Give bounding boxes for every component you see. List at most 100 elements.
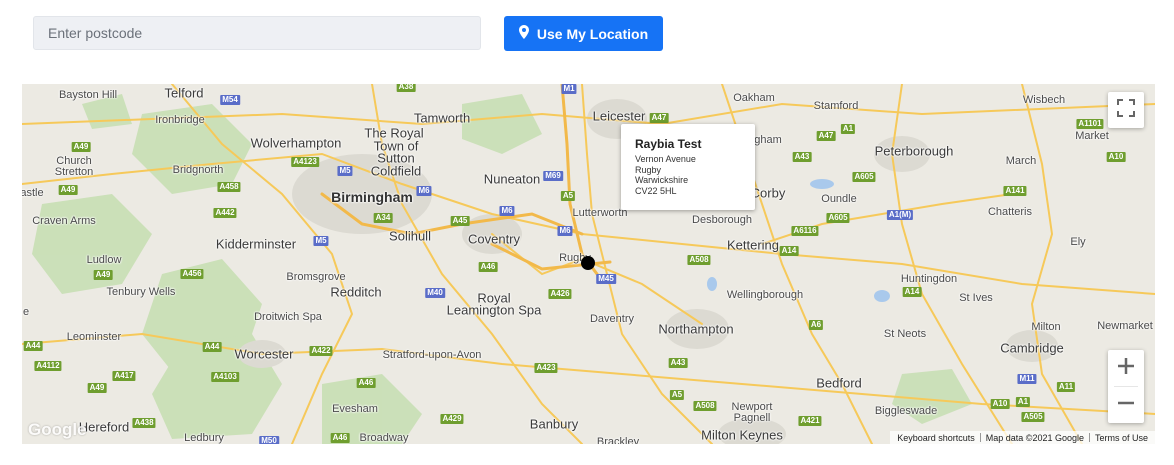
road-shield: A10 xyxy=(1106,152,1126,162)
fullscreen-icon xyxy=(1117,98,1135,122)
place-label: Milton xyxy=(1031,321,1061,333)
place-label: Newmarket xyxy=(1097,320,1153,332)
place-label: Northampton xyxy=(658,321,734,337)
place-label: Broadway xyxy=(359,432,409,444)
road-shield: A456 xyxy=(180,269,204,279)
road-shield: A458 xyxy=(217,182,241,192)
place-label: March xyxy=(1005,155,1037,167)
place-label: Worcester xyxy=(234,346,294,362)
road-shield: A141 xyxy=(1003,186,1027,196)
info-window: Raybia Test Vernon Avenue Rugby Warwicks… xyxy=(621,124,755,210)
minus-icon xyxy=(1117,394,1135,417)
fullscreen-button[interactable] xyxy=(1108,92,1144,128)
road-shield: A44 xyxy=(202,342,222,352)
plus-icon xyxy=(1117,357,1135,380)
place-label: Leicester xyxy=(592,108,646,124)
place-label: Daventry xyxy=(589,313,635,325)
road-shield: A4112 xyxy=(34,361,62,371)
road-shield: A4103 xyxy=(211,372,239,382)
road-shield: A421 xyxy=(798,416,822,426)
road-shield: A49 xyxy=(58,185,78,195)
place-label: Lutterworth xyxy=(572,207,628,219)
location-pin-icon xyxy=(518,25,529,42)
road-shield: A47 xyxy=(649,113,669,123)
road-shield: A605 xyxy=(852,172,876,182)
place-label: Banbury xyxy=(529,416,579,432)
road-shield: A438 xyxy=(132,418,156,428)
place-label: Nuneaton xyxy=(483,171,541,187)
place-label: Pagnell xyxy=(733,412,771,424)
place-label: Wolverhampton xyxy=(250,135,342,151)
road-shield: M5 xyxy=(313,236,329,246)
info-window-town: Rugby xyxy=(635,164,662,175)
place-label: Stamford xyxy=(813,100,859,112)
place-label: Wisbech xyxy=(1022,94,1066,106)
place-label: Biggleswade xyxy=(874,405,938,417)
road-shield: A46 xyxy=(330,433,350,443)
info-window-title: Raybia Test xyxy=(635,137,702,151)
zoom-out-button[interactable] xyxy=(1108,387,1144,423)
road-shield: M6 xyxy=(499,206,515,216)
road-shield: M6 xyxy=(557,226,573,236)
road-shield: A508 xyxy=(687,255,711,265)
road-shield: A423 xyxy=(534,363,558,373)
road-shield: M1 xyxy=(561,84,577,94)
place-label: Leominster xyxy=(66,331,122,343)
place-label: Bayston Hill xyxy=(58,89,118,101)
place-label: Milton Keynes xyxy=(701,427,783,443)
place-label: e xyxy=(22,306,30,318)
road-shield: M45 xyxy=(596,274,616,284)
road-shield: M40 xyxy=(425,288,445,298)
road-shield: A1 xyxy=(840,124,856,134)
place-label: Oakham xyxy=(733,92,775,104)
road-shield: A426 xyxy=(548,289,572,299)
road-shield: A508 xyxy=(693,401,717,411)
place-label: Ludlow xyxy=(86,254,122,266)
info-window-postcode: CV22 5HL xyxy=(635,185,677,196)
location-marker[interactable] xyxy=(581,256,595,270)
place-label: Kettering xyxy=(726,237,780,253)
place-label: Ironbridge xyxy=(155,114,205,126)
zoom-controls xyxy=(1108,350,1144,423)
road-shield: A605 xyxy=(826,213,850,223)
map-attribution: Keyboard shortcuts Map data ©2021 Google… xyxy=(890,431,1155,444)
place-label: Tamworth xyxy=(413,110,471,126)
road-shield: M50 xyxy=(259,436,279,444)
map[interactable]: Bayston Hill Telford Ironbridge Tamworth Lei… xyxy=(22,84,1155,444)
place-label: St Ives xyxy=(959,292,993,304)
place-label: Desborough xyxy=(692,214,752,226)
place-label: Evesham xyxy=(332,403,378,415)
road-shield: A43 xyxy=(668,358,688,368)
place-label: Market xyxy=(1075,130,1109,142)
place-label: Ely xyxy=(1070,236,1086,248)
road-shield: A44 xyxy=(23,341,43,351)
road-shield: A10 xyxy=(990,399,1010,409)
use-my-location-label: Use My Location xyxy=(536,25,649,42)
use-my-location-button[interactable]: Use My Location xyxy=(504,16,663,51)
road-shield: A6 xyxy=(808,320,824,330)
road-shield: A49 xyxy=(87,383,107,393)
place-label: Bromsgrove xyxy=(286,271,346,283)
terms-link[interactable]: Terms of Use xyxy=(1090,433,1153,443)
place-label: Corby xyxy=(750,185,786,201)
place-label: Telford xyxy=(164,85,204,101)
info-window-street: Vernon Avenue xyxy=(635,154,696,164)
road-shield: A1(M) xyxy=(886,210,914,220)
map-data-text: Map data ©2021 Google xyxy=(985,432,1084,443)
place-label: Craven Arms xyxy=(32,215,96,227)
road-shield: M11 xyxy=(1017,374,1037,384)
keyboard-shortcuts-link[interactable]: Keyboard shortcuts xyxy=(892,433,980,443)
place-label: Leamington Spa xyxy=(446,302,542,318)
place-label: Droitwich Spa xyxy=(254,311,322,323)
road-shield: A6116 xyxy=(791,226,819,236)
road-shield: A5 xyxy=(560,191,576,201)
zoom-in-button[interactable] xyxy=(1108,350,1144,386)
road-shield: A11 xyxy=(1056,382,1076,392)
road-shield: A47 xyxy=(816,131,836,141)
place-label: astle xyxy=(22,187,44,199)
road-shield: M54 xyxy=(220,95,240,105)
place-label: Solihull xyxy=(389,228,431,244)
road-shield: A38 xyxy=(396,84,416,92)
road-shield: A45 xyxy=(450,216,470,226)
postcode-input[interactable] xyxy=(33,16,481,50)
